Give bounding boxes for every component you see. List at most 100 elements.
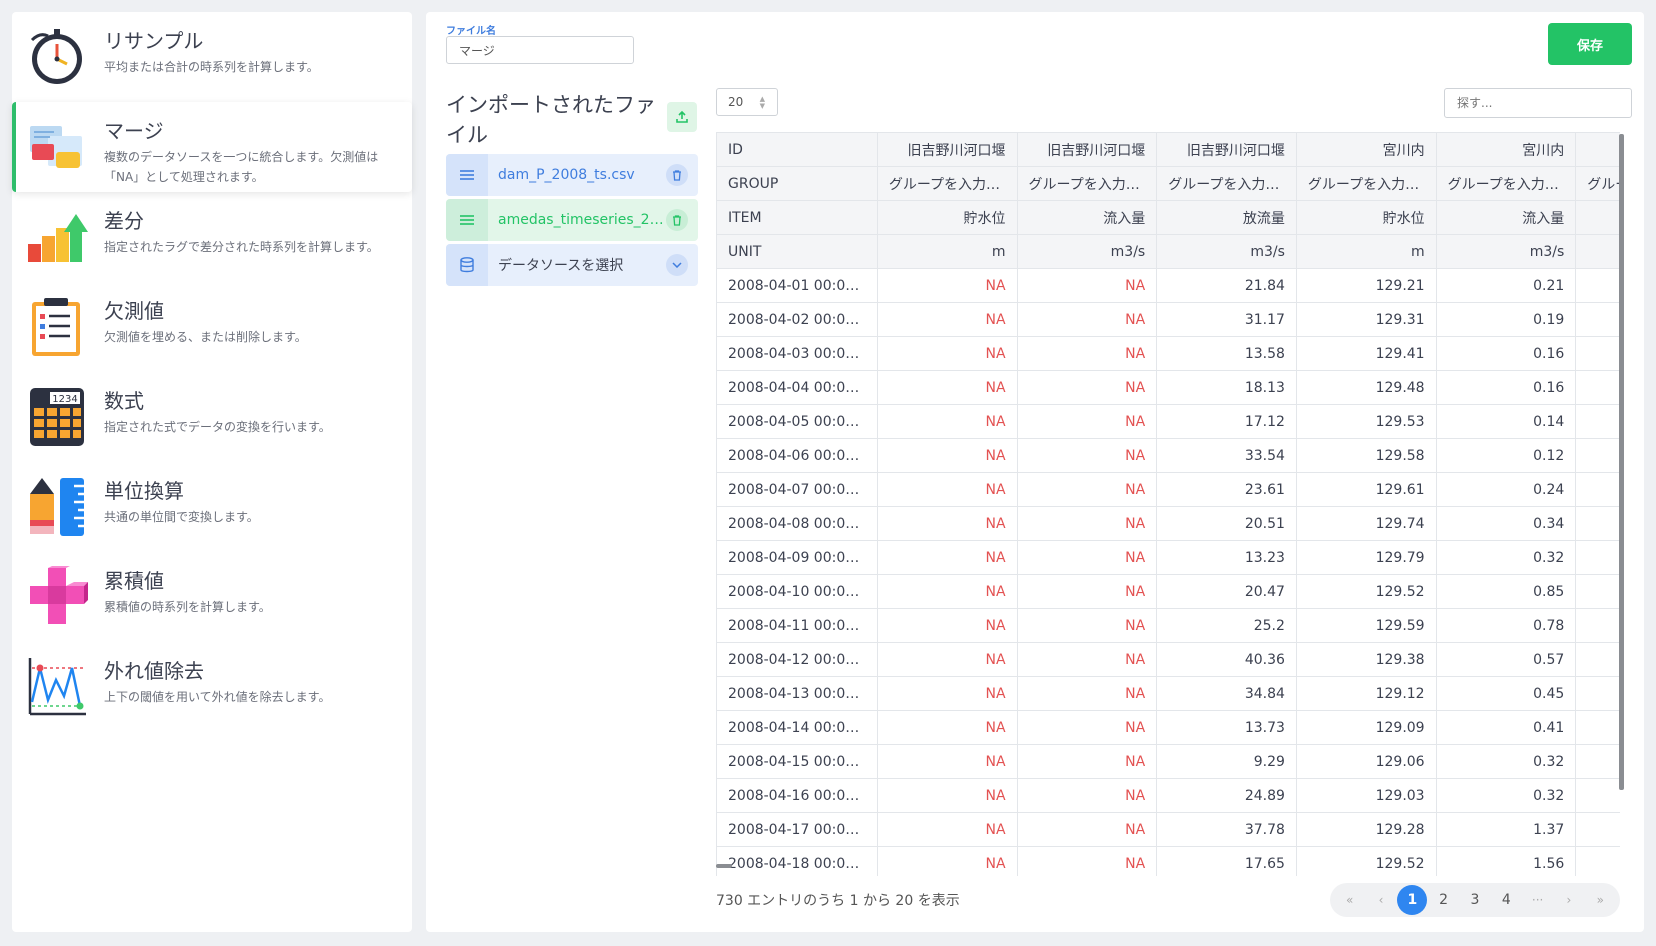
value-cell: NA bbox=[876, 506, 1018, 541]
table-row: 2008-04-13 00:00:00 NA NA 34.84 129.12 0.45 bbox=[716, 676, 1620, 711]
value-cell: 25.2 bbox=[1156, 608, 1297, 643]
drag-handle[interactable] bbox=[446, 199, 488, 241]
value-cell: NA bbox=[1016, 812, 1158, 847]
tool-diff[interactable]: 差分 指定されたラグで差分された時系列を計算します。 bbox=[12, 192, 412, 282]
page-button[interactable]: 4 bbox=[1491, 885, 1521, 915]
imported-files-title: インポートされたファイル bbox=[446, 93, 656, 147]
value-cell: 1.56 bbox=[1435, 846, 1577, 876]
value-cell: NA bbox=[876, 370, 1018, 405]
page-button[interactable]: 3 bbox=[1460, 885, 1490, 915]
value-cell: 129.28 bbox=[1295, 812, 1437, 847]
value-cell: 18.13 bbox=[1156, 370, 1297, 405]
upload-button[interactable] bbox=[667, 102, 697, 132]
header-cell: 放流量 bbox=[1575, 200, 1620, 235]
value-cell: 0.78 bbox=[1435, 608, 1577, 643]
select-label: データソースを選択 bbox=[498, 258, 624, 274]
dropdown-button[interactable] bbox=[666, 254, 688, 276]
hamburger-icon bbox=[460, 170, 474, 180]
value-cell bbox=[1575, 574, 1620, 609]
page-nav-button[interactable]: « bbox=[1335, 885, 1365, 915]
horizontal-scrollbar[interactable] bbox=[716, 864, 732, 868]
drag-handle[interactable] bbox=[446, 154, 488, 196]
value-cell: NA bbox=[876, 404, 1018, 439]
value-cell: 129.38 bbox=[1295, 642, 1437, 677]
value-cell: 21.84 bbox=[1156, 268, 1297, 303]
value-cell: 0.14 bbox=[1435, 404, 1577, 439]
tool-merge[interactable]: マージ 複数のデータソースを一つに統合します。欠測値は「NA」として処理されます… bbox=[12, 102, 412, 192]
tool-title: 欠測値 bbox=[104, 299, 164, 323]
page-nav-button[interactable]: › bbox=[1554, 885, 1584, 915]
tool-cumulative[interactable]: 累積値 累積値の時系列を計算します。 bbox=[12, 552, 412, 642]
timestamp-cell: 2008-04-02 00:00:00 bbox=[716, 302, 878, 337]
value-cell: NA bbox=[1016, 574, 1158, 609]
value-cell: 33.54 bbox=[1156, 438, 1297, 473]
header-cell: m3/s bbox=[1016, 234, 1158, 269]
vertical-scrollbar[interactable] bbox=[1619, 134, 1624, 790]
data-table: ID旧吉野川河口堰旧吉野川河口堰旧吉野川河口堰宮川内宮川内宮川内GROUPグルー… bbox=[716, 132, 1620, 876]
data-source-select[interactable]: データソースを選択 bbox=[446, 244, 698, 286]
table-row: 2008-04-18 00:00:00 NA NA 17.65 129.52 1.56 bbox=[716, 846, 1620, 876]
tool-desc: 共通の単位間で変換します。 bbox=[104, 510, 259, 524]
value-cell: NA bbox=[876, 642, 1018, 677]
table-row: 2008-04-03 00:00:00 NA NA 13.58 129.41 0.16 bbox=[716, 336, 1620, 371]
page-button[interactable]: 2 bbox=[1429, 885, 1459, 915]
value-cell: 129.61 bbox=[1295, 472, 1437, 507]
timestamp-cell: 2008-04-01 00:00:00 bbox=[716, 268, 878, 303]
value-cell: 0.57 bbox=[1435, 642, 1577, 677]
value-cell: 37.78 bbox=[1156, 812, 1297, 847]
header-cell: グループを入力してください bbox=[1156, 166, 1297, 201]
timestamp-cell: 2008-04-12 00:00:00 bbox=[716, 642, 878, 677]
value-cell bbox=[1575, 438, 1620, 473]
value-cell: 129.48 bbox=[1295, 370, 1437, 405]
tool-unit-convert[interactable]: 単位換算 共通の単位間で変換します。 bbox=[12, 462, 412, 552]
page-size-select[interactable]: 20 ▲ ▼ bbox=[716, 88, 778, 116]
timestamp-cell: 2008-04-17 00:00:00 bbox=[716, 812, 878, 847]
value-cell: 20.47 bbox=[1156, 574, 1297, 609]
timestamp-cell: 2008-04-03 00:00:00 bbox=[716, 336, 878, 371]
page-nav-button[interactable]: ··· bbox=[1523, 885, 1553, 915]
page-button[interactable]: 1 bbox=[1397, 885, 1428, 915]
value-cell: 129.79 bbox=[1295, 540, 1437, 575]
tool-formula[interactable]: 1234 数式 指定された式でデータの変換を行います。 bbox=[12, 372, 412, 462]
file-name: amedas_timeseries_2008.csv bbox=[498, 212, 666, 228]
tool-outlier[interactable]: 外れ値除去 上下の閾値を用いて外れ値を除去します。 bbox=[12, 642, 412, 732]
header-cell: 貯水位 bbox=[876, 200, 1018, 235]
header-cell: m bbox=[876, 234, 1018, 269]
file-item[interactable]: dam_P_2008_ts.csv bbox=[446, 154, 698, 196]
delete-file-button[interactable] bbox=[666, 209, 688, 231]
tool-sidebar: リサンプル 平均または合計の時系列を計算します。 マージ 複数のデータソースを一… bbox=[12, 12, 412, 932]
merge-icon bbox=[30, 126, 82, 168]
filename-input[interactable] bbox=[446, 36, 634, 64]
value-cell: NA bbox=[1016, 302, 1158, 337]
value-cell: 0.16 bbox=[1435, 336, 1577, 371]
page-nav-button[interactable]: » bbox=[1585, 885, 1615, 915]
clipboard-icon bbox=[32, 298, 80, 356]
value-cell: NA bbox=[876, 268, 1018, 303]
value-cell: NA bbox=[1016, 710, 1158, 745]
value-cell bbox=[1575, 540, 1620, 575]
header-cell: m3/s bbox=[1575, 234, 1620, 269]
value-cell: 0.16 bbox=[1435, 370, 1577, 405]
value-cell: 129.21 bbox=[1295, 268, 1437, 303]
tool-missing[interactable]: 欠測値 欠測値を埋める、または削除します。 bbox=[12, 282, 412, 372]
page-nav-button[interactable]: ‹ bbox=[1366, 885, 1396, 915]
value-cell: NA bbox=[1016, 438, 1158, 473]
header-cell: グループを入力してください bbox=[1295, 166, 1437, 201]
save-button[interactable]: 保存 bbox=[1548, 23, 1632, 65]
header-cell: 宮川内 bbox=[1435, 132, 1577, 167]
value-cell: NA bbox=[876, 438, 1018, 473]
outlier-chart-icon bbox=[28, 658, 86, 716]
spinner-icon: ▲ ▼ bbox=[759, 95, 765, 110]
value-cell: NA bbox=[1016, 540, 1158, 575]
tool-resample[interactable]: リサンプル 平均または合計の時系列を計算します。 bbox=[12, 12, 412, 102]
value-cell: 0.32 bbox=[1435, 778, 1577, 813]
value-cell: NA bbox=[876, 812, 1018, 847]
value-cell: 17.65 bbox=[1156, 846, 1297, 876]
search-input[interactable] bbox=[1444, 88, 1632, 118]
tool-title: 外れ値除去 bbox=[104, 659, 204, 683]
trash-icon bbox=[673, 169, 681, 181]
value-cell: NA bbox=[1016, 744, 1158, 779]
file-item[interactable]: amedas_timeseries_2008.csv bbox=[446, 199, 698, 241]
delete-file-button[interactable] bbox=[666, 164, 688, 186]
value-cell bbox=[1575, 336, 1620, 371]
